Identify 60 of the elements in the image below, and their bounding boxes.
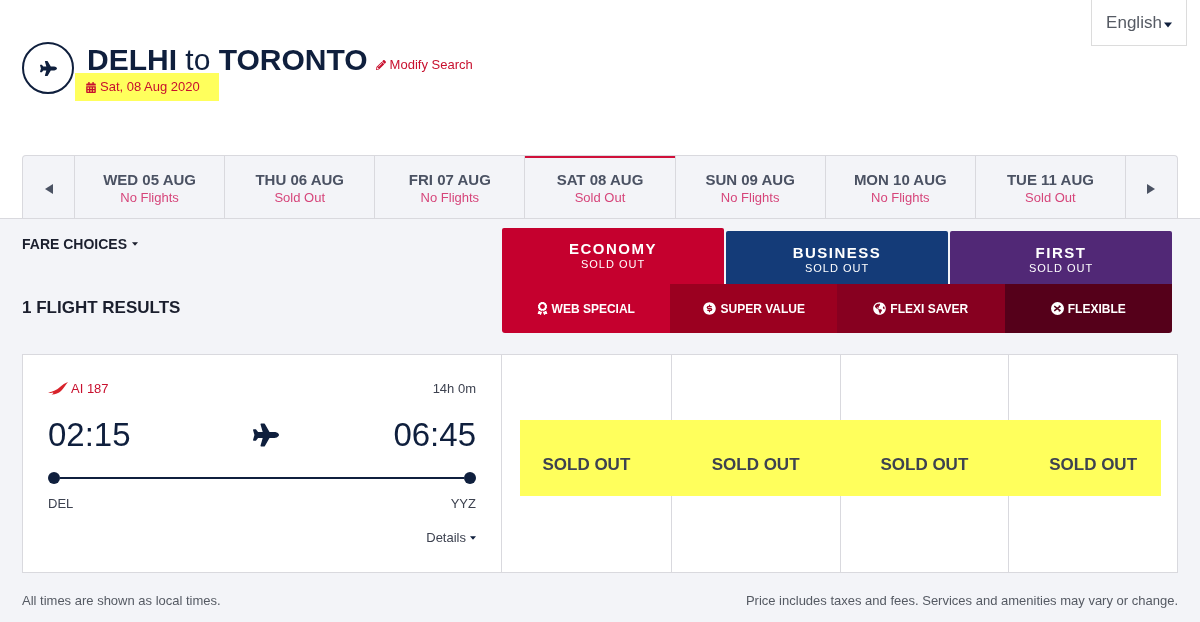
cabin-tab[interactable]: FIRST SOLD OUT	[950, 231, 1172, 284]
fare-type-label: WEB SPECIAL	[551, 300, 635, 318]
cabin-name: FIRST	[1035, 244, 1087, 261]
flight-number: AI 187	[71, 379, 109, 398]
fare-type-label: FLEXI SAVER	[890, 300, 969, 318]
fare-status: SOLD OUT	[542, 454, 631, 477]
cabin-tab[interactable]: BUSINESS SOLD OUT	[726, 231, 948, 284]
route-title: DELHI to TORONTO	[87, 42, 368, 78]
wing-logo-icon	[48, 382, 68, 395]
right-arrow-icon	[1147, 184, 1156, 194]
date-status: No Flights	[871, 189, 930, 206]
date-status: Sold Out	[274, 189, 325, 206]
cabin-status: SOLD OUT	[1028, 261, 1094, 275]
fare-type-label: SUPER VALUE	[720, 300, 805, 318]
departure-time: 02:15	[48, 416, 131, 454]
fare-choices-dropdown[interactable]: FARE CHOICES	[22, 234, 138, 254]
date-status: Sold Out	[1025, 189, 1076, 206]
local-times-note: All times are shown as local times.	[22, 592, 221, 609]
plane-icon	[22, 42, 74, 94]
date-label: WED 05 AUG	[103, 170, 196, 189]
fare-type-label: FLEXIBLE	[1067, 300, 1126, 318]
cabin-status: SOLD OUT	[804, 261, 870, 275]
calendar-icon	[86, 81, 96, 93]
plane-icon	[253, 422, 279, 448]
date-status: Sold Out	[574, 189, 626, 206]
fare-status: SOLD OUT	[1049, 454, 1138, 477]
cabin-name: ECONOMY	[569, 239, 657, 257]
date-status: No Flights	[720, 189, 780, 206]
flight-date: Sat, 08 Aug 2020	[100, 78, 200, 97]
modify-search-link[interactable]: Modify Search	[375, 55, 473, 75]
date-label: TUE 11 AUG	[1006, 170, 1094, 189]
price-disclaimer: Price includes taxes and fees. Services and amenities may vary or change.	[745, 592, 1178, 609]
date-label: THU 06 AUG	[255, 170, 344, 189]
caret-icon	[132, 242, 138, 246]
date-status: No Flights	[420, 189, 480, 206]
cabin-tab[interactable]: ECONOMY SOLD OUT	[502, 228, 724, 284]
caret-icon	[1163, 21, 1172, 28]
details-link[interactable]: Details	[426, 529, 476, 546]
caret-icon	[470, 535, 476, 540]
fare-status: SOLD OUT	[880, 454, 969, 477]
date-label: SUN 09 AUG	[705, 170, 795, 189]
date-label: FRI 07 AUG	[408, 170, 491, 189]
arrival-time: 06:45	[393, 416, 476, 454]
destination-code: YYZ	[450, 494, 476, 513]
language-dropdown[interactable]: English	[1091, 0, 1187, 46]
flight-duration: 14h 0m	[432, 379, 476, 398]
pencil-icon	[375, 60, 386, 70]
date-status: No Flights	[120, 189, 179, 206]
globe-icon	[873, 302, 887, 315]
cabin-status: SOLD OUT	[580, 256, 646, 271]
cabin-name: BUSINESS	[792, 244, 882, 261]
fare-status: SOLD OUT	[711, 454, 800, 477]
left-arrow-icon	[44, 184, 53, 194]
award-ribbon-icon	[536, 302, 548, 315]
date-label: MON 10 AUG	[853, 170, 947, 189]
dollar-coin-icon	[701, 301, 717, 316]
shuffle-icon	[1050, 302, 1064, 315]
origin-code: DEL	[48, 494, 74, 513]
date-label: SAT 08 AUG	[556, 170, 644, 189]
results-count: 1 FLIGHT RESULTS	[22, 297, 181, 319]
